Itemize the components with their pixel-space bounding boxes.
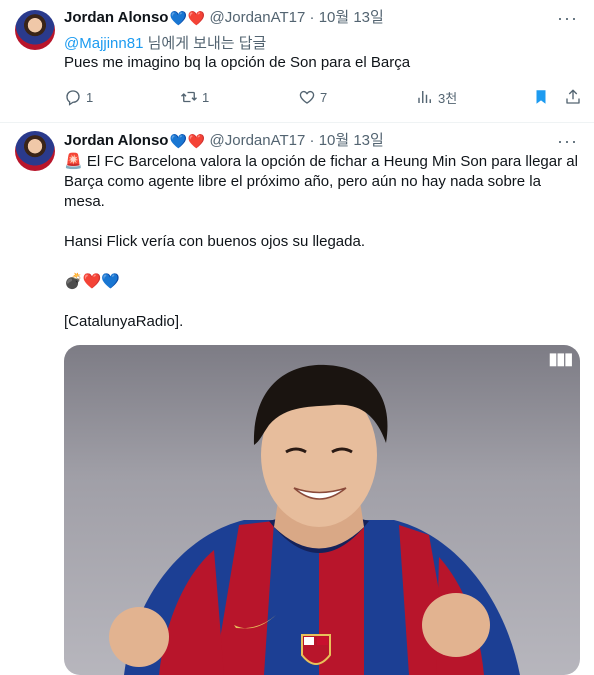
views-icon xyxy=(418,91,431,103)
reply-button[interactable]: 1 xyxy=(64,86,93,108)
header-separator: · xyxy=(309,9,315,26)
red-heart-icon: ❤️ xyxy=(187,10,206,26)
reply-mention-link[interactable]: @Majjinn81 xyxy=(64,35,143,52)
retweet-icon xyxy=(181,91,197,103)
like-button[interactable]: 7 xyxy=(298,86,327,108)
views-count: 3천 xyxy=(438,90,458,106)
red-heart-icon: ❤️ xyxy=(187,133,206,149)
author-name[interactable]: Jordan Alonso xyxy=(64,9,168,26)
header-separator: · xyxy=(309,132,315,149)
tweet-text-paragraph-1: 🚨 El FC Barcelona valora la opción de fi… xyxy=(64,153,578,210)
avatar[interactable] xyxy=(15,131,55,171)
share-icon xyxy=(566,89,580,104)
tweet-text-emoji: 💣❤️💙 xyxy=(64,273,121,290)
share-button[interactable] xyxy=(564,86,582,108)
author-name[interactable]: Jordan Alonso xyxy=(64,132,168,149)
bookmark-button[interactable] xyxy=(532,86,550,108)
retweet-count: 1 xyxy=(202,89,210,105)
more-icon[interactable]: ··· xyxy=(557,131,578,151)
like-count: 7 xyxy=(320,89,328,105)
tweet-text-paragraph-2: Hansi Flick vería con buenos ojos su lle… xyxy=(64,233,365,250)
tweet-media-image[interactable]: ▮▮▮ xyxy=(64,345,580,675)
author-handle[interactable]: @JordanAT17 xyxy=(210,9,306,26)
tweet-date[interactable]: 10월 13일 xyxy=(319,9,384,26)
more-icon[interactable]: ··· xyxy=(557,8,578,28)
tweet-header: Jordan Alonso💙❤️ @JordanAT17 · 10월 13일 xyxy=(64,8,384,28)
tweet-text-source: [CatalunyaRadio]. xyxy=(64,313,184,330)
tweet-text: Pues me imagino bq la opción de Son para… xyxy=(64,54,411,71)
retweet-button[interactable]: 1 xyxy=(180,86,209,108)
blue-heart-icon: 💙 xyxy=(169,10,187,26)
blue-heart-icon: 💙 xyxy=(169,133,187,149)
replying-to: @Majjinn81 님에게 보내는 답글 xyxy=(64,32,266,53)
tweet-header: Jordan Alonso💙❤️ @JordanAT17 · 10월 13일 xyxy=(64,131,384,151)
bookmark-icon xyxy=(536,90,546,104)
reply-icon xyxy=(66,90,80,106)
reply-tweet[interactable]: Jordan Alonso💙❤️ @JordanAT17 · 10월 13일 ·… xyxy=(0,0,594,122)
tweet-date[interactable]: 10월 13일 xyxy=(319,132,384,149)
photo-player-in-barca-shirt xyxy=(109,364,520,675)
action-bar: 1 1 7 3천 xyxy=(64,86,584,108)
like-icon xyxy=(299,90,315,104)
media-overlay-icon[interactable]: ▮▮▮ xyxy=(549,349,573,369)
reply-suffix: 님에게 보내는 답글 xyxy=(143,35,267,52)
avatar[interactable] xyxy=(15,10,55,50)
author-handle[interactable]: @JordanAT17 xyxy=(210,132,306,149)
reply-count: 1 xyxy=(86,89,94,105)
views-button[interactable]: 3천 xyxy=(416,86,457,108)
